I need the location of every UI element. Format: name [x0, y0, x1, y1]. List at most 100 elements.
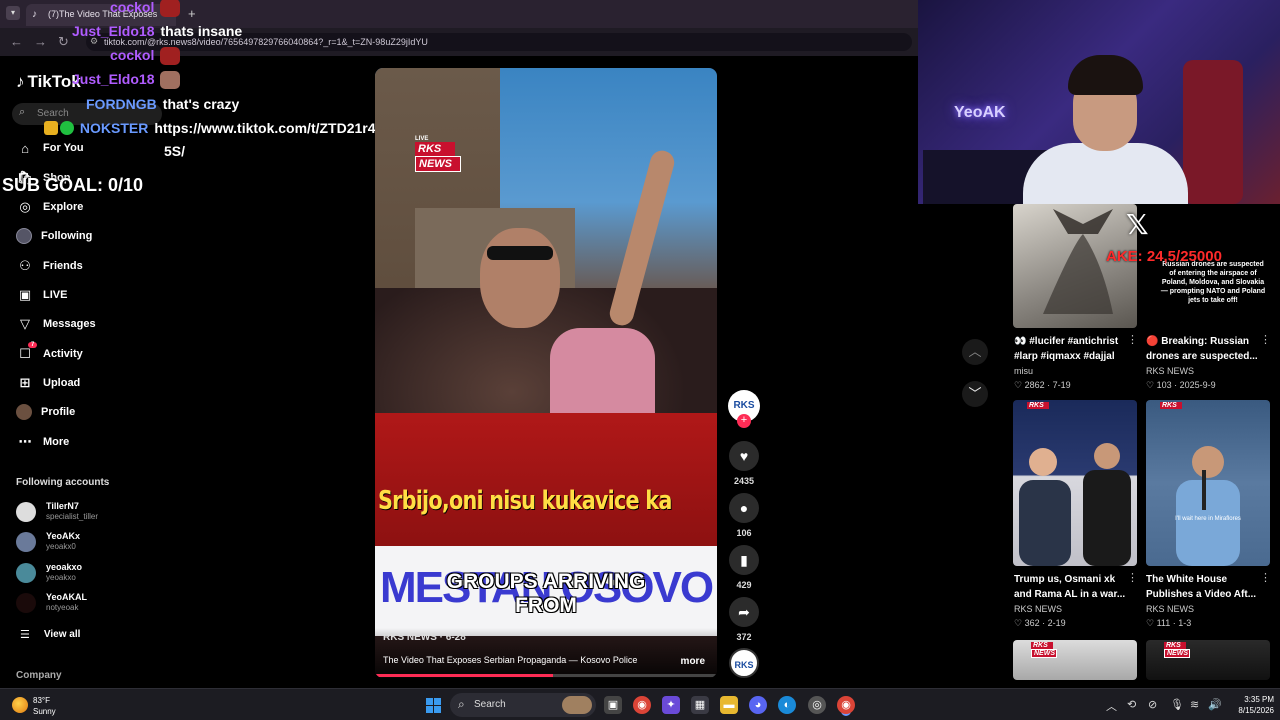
tab-list-icon[interactable]: ▾ — [6, 6, 20, 20]
windows-start-icon[interactable] — [426, 698, 441, 713]
video-player[interactable]: Srbijo,oni nisu kukavice ka MESTAN OSOVO… — [375, 68, 717, 678]
tiktok-logo[interactable]: ♪ TikTok — [16, 72, 81, 92]
search-placeholder: Search — [37, 108, 69, 119]
comment-button[interactable]: ● — [729, 493, 759, 523]
sidebar-item-live[interactable]: ▣ LIVE — [16, 285, 68, 305]
search-icon: ⌕ — [19, 106, 26, 118]
video-author[interactable]: RKS NEWS · 6-28 — [383, 632, 466, 643]
sidebar-item-label: For You — [43, 142, 84, 154]
microphone-icon[interactable]: 🎙 — [1170, 698, 1184, 711]
tray-app-icon[interactable]: ⟲ — [1127, 698, 1136, 711]
more-options-icon[interactable]: ⋮ — [1127, 333, 1138, 346]
taskbar-search[interactable]: ⌕ Search — [450, 693, 596, 717]
share-button[interactable]: ➦ — [729, 597, 759, 627]
more-options-icon[interactable]: ⋮ — [1127, 571, 1138, 584]
reload-icon[interactable]: ↻ — [58, 34, 69, 50]
chrome-active-icon[interactable]: ◉ — [837, 696, 855, 714]
rec-title[interactable]: 🔴 Breaking: Russian drones are suspected… — [1146, 334, 1266, 364]
logo-bottom: NEWS — [415, 156, 461, 172]
sidebar-item-for-you[interactable]: ⌂ For You — [16, 138, 84, 158]
heart-outline-icon: ♡ — [1014, 618, 1025, 628]
next-video-button[interactable]: ﹀ — [962, 381, 988, 407]
rec-author[interactable]: misu — [1014, 366, 1033, 376]
edge-icon[interactable]: ◐ — [778, 696, 796, 714]
activity-icon: ☐ — [19, 346, 31, 361]
emote-icon — [160, 47, 181, 66]
sidebar-item-label: Explore — [43, 201, 84, 213]
bookmark-icon: ▮ — [740, 552, 748, 568]
rec-stats: ♡ 103 · 2025-9-9 — [1146, 380, 1216, 390]
tray-overflow-icon[interactable]: ︿ — [1106, 698, 1117, 714]
rec-thumbnail[interactable]: RKS I'll wait here in Miraflores — [1146, 400, 1270, 566]
sidebar-item-profile[interactable]: Profile — [16, 402, 75, 422]
music-disc[interactable]: RKS — [729, 648, 759, 678]
video-subtitle: GROUPS ARRIVING FROM — [375, 570, 717, 618]
store-icon[interactable]: ▦ — [691, 696, 709, 714]
rec-author[interactable]: RKS NEWS — [1014, 604, 1062, 614]
forward-icon[interactable]: → — [34, 34, 47, 49]
rec-thumbnail[interactable]: RKS NEWS — [1146, 640, 1270, 680]
sidebar-item-explore[interactable]: ◎ Explore — [16, 197, 83, 217]
rec-date: 2025-9-9 — [1179, 380, 1216, 390]
tiktok-favicon-icon: ♪ — [32, 9, 37, 20]
sidebar-item-more[interactable]: ⋯ More — [16, 432, 70, 452]
rec-date: 7-19 — [1052, 380, 1071, 390]
like-button[interactable]: ♥ — [729, 441, 759, 471]
back-icon[interactable]: ← — [10, 34, 23, 49]
system-clock[interactable]: 3:35 PM 8/15/2026 — [1226, 694, 1274, 716]
video-scene-person — [480, 228, 560, 328]
follow-plus-icon[interactable]: + — [737, 414, 751, 428]
more-options-icon[interactable]: ⋮ — [1260, 571, 1271, 584]
account-name: TillerN7 — [46, 501, 79, 511]
wifi-icon[interactable]: ≋ — [1190, 698, 1199, 711]
weather-widget[interactable]: 83°F Sunny — [33, 695, 56, 717]
volume-icon[interactable]: 🔊 — [1208, 698, 1222, 711]
more-button[interactable]: more — [681, 656, 705, 667]
tray-mute-icon[interactable]: ⊘ — [1148, 698, 1157, 711]
more-options-icon[interactable]: ⋮ — [1260, 333, 1271, 346]
comment-icon: ● — [739, 500, 749, 516]
save-button[interactable]: ▮ — [729, 545, 759, 575]
neon-sign: YeoAK — [954, 104, 1006, 121]
rec-thumbnail[interactable]: Russian drones are suspected of entering… — [1146, 204, 1270, 328]
sidebar-item-upload[interactable]: ⊞ Upload — [16, 373, 81, 393]
file-explorer-icon[interactable]: ▬ — [720, 696, 738, 714]
chat-username: NOKSTER — [79, 120, 149, 136]
account-handle: yeoakx0 — [46, 542, 76, 551]
clock-time: 3:35 PM — [1244, 695, 1274, 704]
rec-author[interactable]: RKS NEWS — [1146, 366, 1194, 376]
copilot-icon[interactable]: ✦ — [662, 696, 680, 714]
rec-thumbnail-art — [1019, 443, 1131, 566]
rec-title[interactable]: The White House Publishes a Video Aft... — [1146, 572, 1266, 602]
sidebar-item-activity[interactable]: ☐ 7 Activity — [16, 342, 83, 364]
account-name: yeoakxo — [46, 562, 83, 572]
company-link[interactable]: Company — [16, 670, 62, 681]
rec-thumbnail[interactable]: RKS NEWS — [1013, 640, 1137, 680]
goal-overlay: AKE: 24,5/25000 — [1106, 248, 1222, 265]
rks-news-logo: LIVE RKS NEWS — [415, 136, 463, 172]
weather-condition: Sunny — [33, 707, 56, 716]
obs-icon[interactable]: ◎ — [808, 696, 826, 714]
taskbar: 83°F Sunny ⌕ Search ▣ ◉ ✦ ▦ ▬ ◕ ◐ ◎ ◉ ︿ ⟲… — [0, 688, 1280, 720]
discord-icon[interactable]: ◕ — [749, 696, 767, 714]
view-all-link[interactable]: ☰ View all — [20, 628, 80, 641]
rec-likes: 103 — [1156, 380, 1172, 390]
rec-title[interactable]: 👀 #lucifer #antichrist #larp #iqmaxx #da… — [1014, 334, 1134, 364]
previous-video-button[interactable]: ︿ — [962, 339, 988, 365]
sidebar-item-following[interactable]: Following — [16, 226, 92, 246]
chat-username: cockol — [110, 0, 155, 15]
chrome-icon[interactable]: ◉ — [633, 696, 651, 714]
video-progress-bar[interactable] — [375, 674, 717, 677]
rec-author[interactable]: RKS NEWS — [1146, 604, 1194, 614]
weather-sun-icon[interactable] — [12, 697, 28, 713]
task-view-icon[interactable]: ▣ — [604, 696, 622, 714]
rec-thumbnail[interactable]: RKS — [1013, 400, 1137, 566]
rec-thumbnail[interactable] — [1013, 204, 1137, 328]
rec-thumb-text: Russian drones are suspected of entering… — [1160, 261, 1266, 304]
rec-title[interactable]: Trump us, Osmani xk and Rama AL in a war… — [1014, 572, 1134, 602]
subtitle-line: FROM — [515, 594, 577, 617]
logo-top: RKS — [1164, 642, 1186, 649]
sidebar-item-messages[interactable]: ▽ Messages — [16, 314, 96, 334]
new-tab-icon[interactable]: + — [188, 6, 196, 21]
sidebar-item-friends[interactable]: ⚇ Friends — [16, 256, 83, 276]
